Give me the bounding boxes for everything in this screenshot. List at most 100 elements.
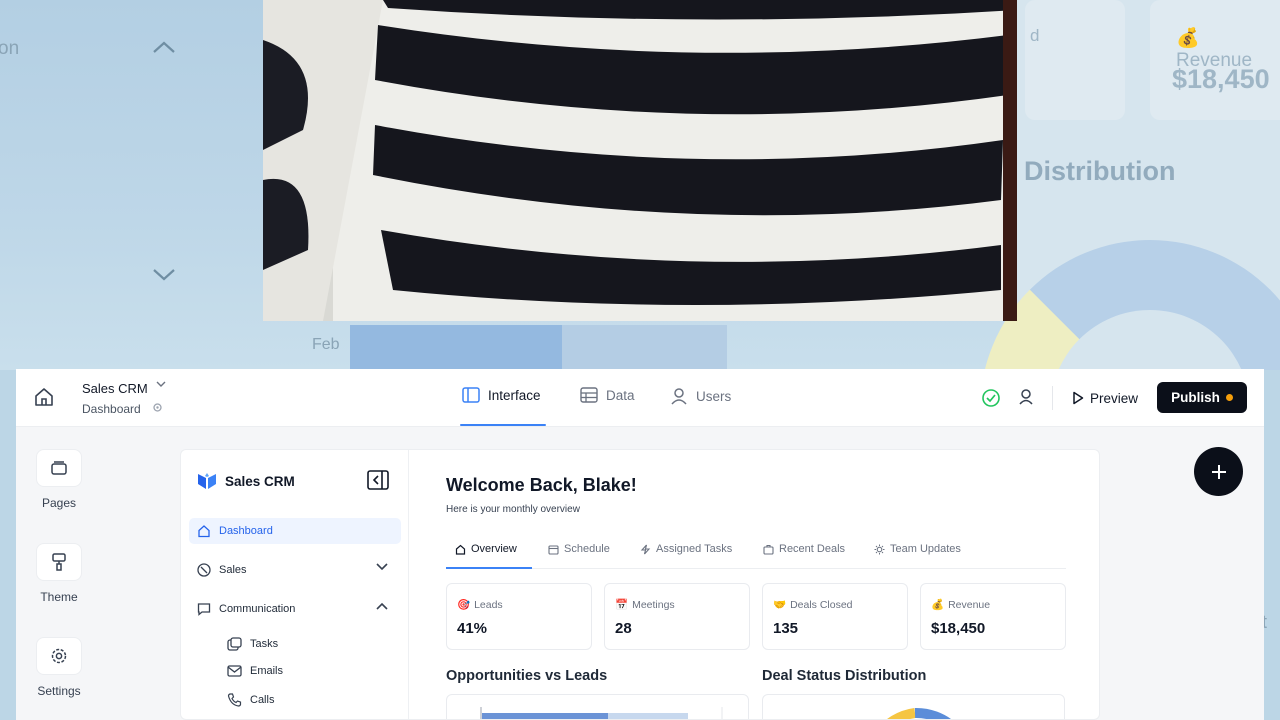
nav-subitem-tasks[interactable]: Tasks [227, 637, 278, 651]
gear-icon[interactable] [152, 402, 163, 416]
app-name[interactable]: Sales CRM [82, 381, 148, 396]
plus-icon [1211, 464, 1226, 479]
handshake-icon: 🤝 [773, 599, 787, 611]
preview-button[interactable]: Preview [1066, 382, 1144, 414]
dash-tab-label: Recent Deals [779, 543, 846, 555]
rail-item-theme[interactable]: Theme [36, 543, 82, 604]
kpi-card-leads: 🎯 Leads 41% [446, 583, 592, 650]
background-bar [562, 325, 727, 370]
nav-label: Dashboard [219, 525, 273, 537]
kpi-card-meetings: 📅 Meetings 28 [604, 583, 750, 650]
kpi-value: 135 [773, 620, 799, 637]
gear-icon [36, 637, 82, 675]
welcome-heading: Welcome Back, Blake! [446, 475, 637, 495]
add-element-button[interactable] [1194, 447, 1243, 496]
design-canvas[interactable]: Sales CRM Dashboard Sales Communication [180, 449, 1100, 720]
chevron-up-icon [376, 602, 388, 610]
home-icon[interactable] [33, 386, 55, 408]
phone-icon [227, 693, 242, 707]
background-stat-card [1025, 0, 1125, 120]
app-builder-window: Sales CRM Dashboard Interface Data Users [16, 369, 1264, 720]
dash-tab-assigned-tasks[interactable]: Assigned Tasks [640, 543, 732, 555]
kpi-label: 💰 Revenue [931, 598, 991, 612]
dash-tab-team-updates[interactable]: Team Updates [874, 543, 961, 555]
nav-label: Sales [219, 564, 247, 576]
target-icon: 🎯 [457, 599, 471, 611]
briefcase-icon [763, 544, 774, 555]
publish-button[interactable]: Publish [1157, 382, 1247, 413]
nav-subitem-calls[interactable]: Calls [227, 693, 274, 707]
pages-icon [36, 449, 82, 487]
logo-icon [198, 473, 216, 489]
user-search-icon[interactable] [1016, 386, 1038, 408]
collapse-sidebar-icon[interactable] [367, 470, 389, 490]
lightning-icon [640, 544, 651, 554]
opportunities-chart-card [446, 694, 749, 719]
home-icon [455, 544, 466, 555]
deal-status-chart-card [762, 694, 1065, 719]
money-bag-icon: 💰 [931, 599, 945, 611]
rail-item-settings[interactable]: Settings [36, 637, 82, 698]
tab-label: Users [696, 388, 732, 404]
bar-chart-preview [480, 707, 723, 719]
background-partial-label: on [0, 38, 20, 59]
home-icon [198, 525, 210, 538]
dash-tab-label: Assigned Tasks [656, 543, 733, 555]
tab-users[interactable]: Users [670, 387, 731, 405]
nav-item-dashboard[interactable]: Dashboard [189, 518, 401, 544]
crm-sidebar: Sales CRM Dashboard Sales Communication [181, 450, 409, 719]
top-bar: Sales CRM Dashboard Interface Data Users [16, 369, 1264, 427]
opportunities-chart-title: Opportunities vs Leads [446, 668, 608, 684]
dash-tab-recent-deals[interactable]: Recent Deals [763, 543, 845, 555]
kpi-value: 41% [457, 620, 488, 637]
play-icon [1073, 391, 1084, 405]
kpi-card-revenue: 💰 Revenue $18,450 [920, 583, 1066, 650]
dash-tab-schedule[interactable]: Schedule [548, 543, 610, 555]
nav-subitem-emails[interactable]: Emails [227, 665, 283, 677]
mail-icon [227, 665, 242, 677]
nav-item-communication[interactable]: Communication [189, 596, 401, 622]
nav-label: Communication [219, 603, 296, 615]
rail-label: Settings [37, 684, 81, 698]
tab-data[interactable]: Data [580, 387, 635, 403]
donut-chart-preview [887, 708, 951, 719]
publish-label: Publish [1171, 390, 1220, 405]
dash-tab-overview[interactable]: Overview [455, 543, 517, 555]
background-month-label: Feb [312, 336, 340, 353]
calendar-icon [548, 544, 559, 555]
layout-icon [462, 387, 480, 403]
dash-tab-label: Schedule [564, 543, 610, 555]
kpi-card-deals-closed: 🤝 Deals Closed 135 [762, 583, 908, 650]
active-tab-indicator [460, 424, 546, 426]
tab-interface[interactable]: Interface [462, 387, 541, 403]
kpi-value: $18,450 [931, 620, 986, 637]
dash-tab-label: Overview [471, 543, 517, 555]
background-stat-letter: d [1030, 26, 1040, 45]
paint-roller-icon [36, 543, 82, 581]
chevron-down-icon [152, 266, 176, 287]
kpi-label: 🤝 Deals Closed [773, 598, 853, 612]
kpi-label: 🎯 Leads [457, 598, 503, 612]
dash-tab-label: Team Updates [890, 543, 961, 555]
striped-sweater-image [263, 0, 1017, 321]
chevron-down-icon[interactable] [156, 379, 166, 391]
saved-check-icon [981, 388, 1001, 408]
nav-label: Calls [250, 694, 275, 706]
chevron-down-icon [376, 563, 388, 571]
nav-item-sales[interactable]: Sales [189, 557, 401, 583]
video-overlay [263, 0, 1017, 321]
nav-label: Tasks [250, 638, 279, 650]
kpi-label: 📅 Meetings [615, 598, 675, 612]
welcome-subtitle: Here is your monthly overview [446, 504, 580, 515]
tab-label: Interface [488, 387, 541, 403]
tab-label: Data [606, 387, 635, 403]
unpublished-dot [1225, 394, 1233, 401]
crm-main: Welcome Back, Blake! Here is your monthl… [446, 450, 1086, 719]
page-name[interactable]: Dashboard [82, 402, 141, 416]
user-icon [671, 388, 687, 405]
active-dash-tab-indicator [446, 567, 532, 569]
sales-icon [197, 563, 211, 577]
chat-icon [197, 603, 211, 616]
rail-item-pages[interactable]: Pages [36, 449, 82, 510]
preview-label: Preview [1090, 390, 1139, 406]
